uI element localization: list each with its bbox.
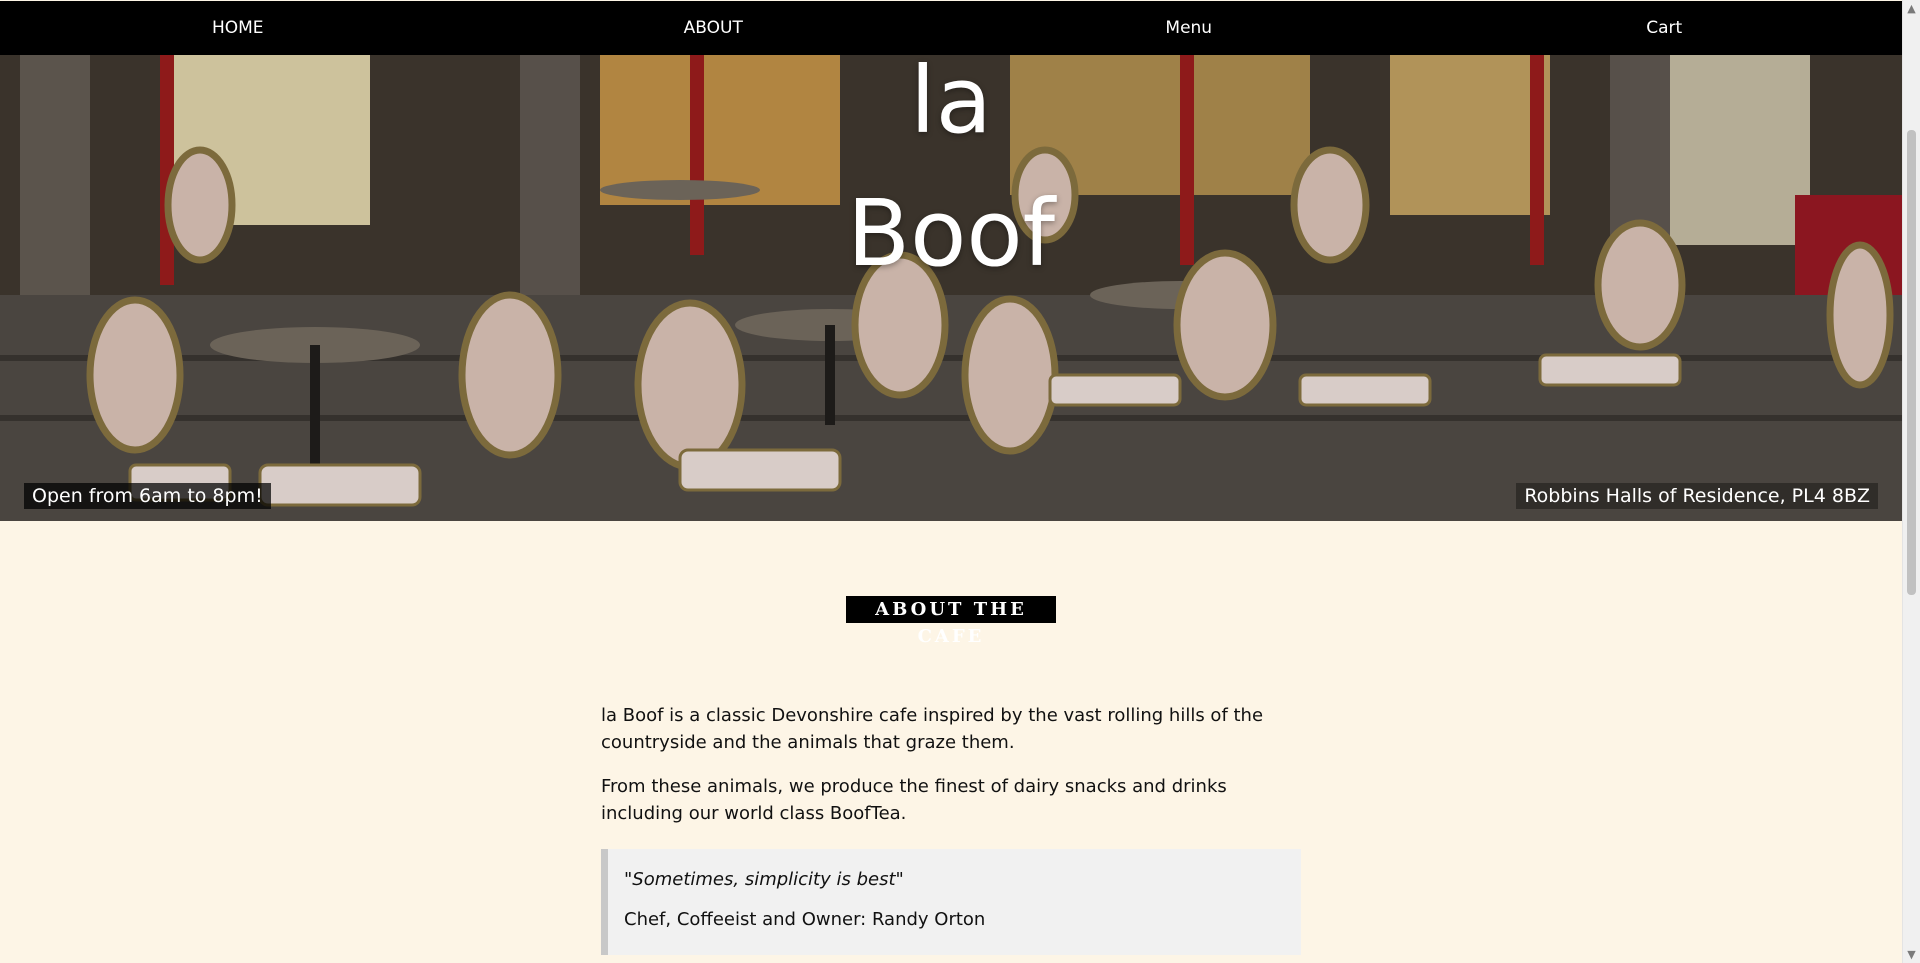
about-paragraph-2: From these animals, we produce the fines… (601, 776, 1227, 824)
nav-menu-link[interactable]: Menu (951, 1, 1427, 55)
page: HOME ABOUT Menu Cart la Boof Open from 6… (0, 0, 1902, 963)
nav-cart-link[interactable]: Cart (1427, 1, 1903, 55)
hero-title-line-1: la (910, 55, 992, 154)
about-description: la Boof is a classic Devonshire cafe ins… (601, 702, 1301, 844)
address-badge: Robbins Halls of Residence, PL4 8BZ (1516, 483, 1878, 509)
hero-title-line-2: Boof (846, 180, 1056, 287)
scroll-down-arrow-icon[interactable]: ▼ (1903, 946, 1920, 963)
quote-author: Chef, Coffeeist and Owner: Randy Orton (624, 909, 986, 930)
top-navigation: HOME ABOUT Menu Cart (0, 1, 1902, 55)
hero-banner: la Boof Open from 6am to 8pm! Robbins Ha… (0, 55, 1902, 521)
opening-hours-badge: Open from 6am to 8pm! (24, 483, 271, 509)
scrollbar-thumb[interactable] (1907, 130, 1916, 595)
nav-home-link[interactable]: HOME (0, 1, 476, 55)
about-paragraph-1: la Boof is a classic Devonshire cafe ins… (601, 705, 1264, 753)
scroll-up-arrow-icon[interactable]: ▲ (1903, 0, 1920, 17)
about-heading: ABOUT THE CAFE (846, 596, 1056, 647)
vertical-scrollbar[interactable]: ▲ ▼ (1902, 0, 1920, 963)
quote-text: "Sometimes, simplicity is best" (624, 869, 904, 890)
owner-quote: "Sometimes, simplicity is best" Chef, Co… (601, 849, 1301, 955)
nav-about-link[interactable]: ABOUT (476, 1, 952, 55)
